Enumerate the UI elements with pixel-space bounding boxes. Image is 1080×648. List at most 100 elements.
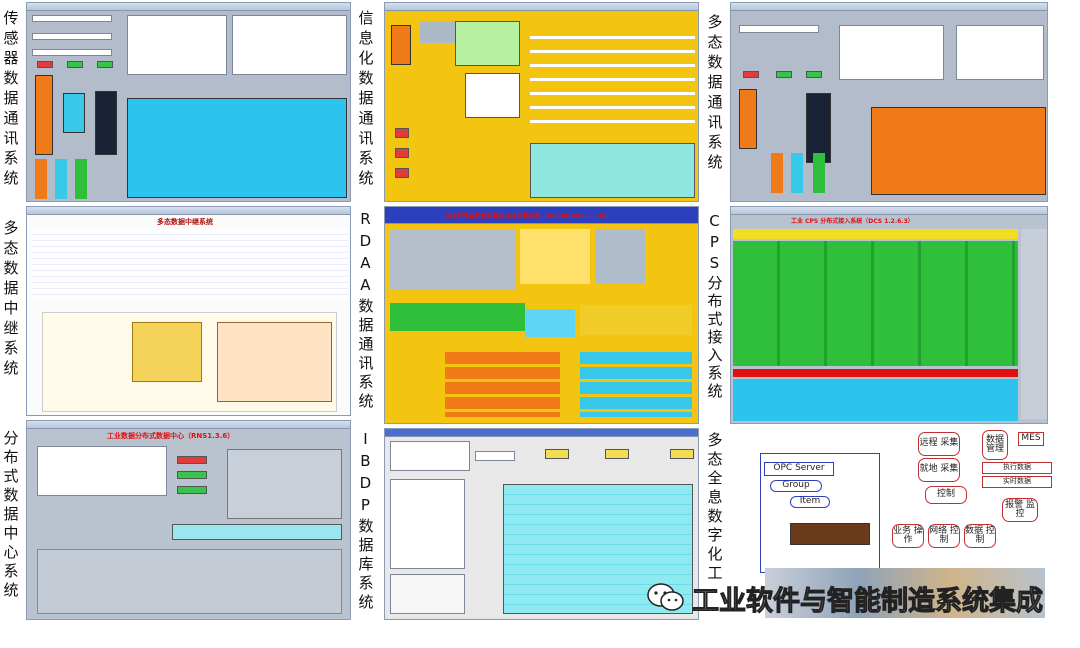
params-grid xyxy=(520,229,590,284)
timestamp-field[interactable] xyxy=(475,451,515,461)
action-button[interactable] xyxy=(395,168,409,178)
stop-button[interactable] xyxy=(177,486,207,494)
output-panel xyxy=(465,73,520,118)
data-table xyxy=(127,98,347,198)
run-button[interactable] xyxy=(177,471,207,479)
alarm-bar xyxy=(733,369,1018,377)
multistate-comm-window xyxy=(730,2,1048,202)
level-bar xyxy=(813,153,825,193)
label-text: IBDP数据库系统 xyxy=(356,430,375,613)
query-button[interactable] xyxy=(545,449,569,459)
start-button[interactable] xyxy=(743,71,759,78)
label-info-comm: 信息化数据通讯系统 xyxy=(356,10,375,190)
label-text: 分布式数据中心系统 xyxy=(1,430,20,601)
diagram-network xyxy=(217,322,332,402)
input-field[interactable] xyxy=(32,15,112,22)
config-field[interactable] xyxy=(37,446,167,496)
orange-list xyxy=(445,352,560,417)
datacenter-title: 工业数据分布式数据中心（RNS1.3.6） xyxy=(107,432,235,440)
wechat-icon xyxy=(647,583,684,611)
gauge-display xyxy=(95,91,117,155)
watermark-text: 工业软件与智能制造系统集成 xyxy=(692,585,1044,617)
label-text: 信息化数据通讯系统 xyxy=(356,10,375,190)
title-bar xyxy=(27,421,350,429)
sample-grid xyxy=(595,229,645,284)
status-list xyxy=(733,379,1018,421)
label-text: 多态数据通讯系统 xyxy=(705,14,724,174)
settings-grid xyxy=(390,229,515,289)
data-table xyxy=(871,107,1046,195)
label-text: 多态数据中继系统 xyxy=(1,220,20,380)
query-button[interactable] xyxy=(605,449,629,459)
input-field[interactable] xyxy=(32,33,112,40)
label-cps: CPS分布式接入系统 xyxy=(705,212,724,401)
channel-status xyxy=(390,303,525,331)
mes-box: MES xyxy=(1018,432,1044,446)
run-button[interactable] xyxy=(776,71,792,78)
opc-server-box: OPC Server xyxy=(764,462,834,476)
label-text: CPS分布式接入系统 xyxy=(705,212,724,401)
level-display xyxy=(63,93,85,133)
db-tree[interactable] xyxy=(390,479,465,569)
input-grid xyxy=(455,21,520,66)
info-comm-window xyxy=(384,2,699,202)
run-button[interactable] xyxy=(67,61,83,68)
action-button[interactable] xyxy=(395,128,409,138)
title-bar xyxy=(731,207,1047,215)
stop-button[interactable] xyxy=(806,71,822,78)
config-field[interactable] xyxy=(839,25,944,80)
data-mgmt-box: 数据 管理 xyxy=(982,430,1008,460)
label-distributed-dc: 分布式数据中心系统 xyxy=(1,430,20,601)
query-button[interactable] xyxy=(670,449,694,459)
photo-strip xyxy=(790,523,870,545)
title-bar xyxy=(731,3,1047,11)
label-rdaa: RDAA数据通讯系统 xyxy=(356,210,374,412)
title-bar xyxy=(385,3,698,11)
label-multistate-relay: 多态数据中继系统 xyxy=(1,220,20,380)
title-bar xyxy=(385,429,698,437)
data-ctrl-box: 数据 控制 xyxy=(964,524,996,548)
erp-box: 执行数据 xyxy=(982,462,1052,474)
data-grid xyxy=(227,449,342,519)
group-box: Group xyxy=(770,480,822,492)
level-display xyxy=(35,75,53,155)
cps-title: 工业 CPS 分布式接入系统（DCS 1.2.6.3） xyxy=(791,218,914,225)
level-bar xyxy=(55,159,67,199)
cps-window: 工业 CPS 分布式接入系统（DCS 1.2.6.3） xyxy=(730,206,1048,424)
start-button[interactable] xyxy=(177,456,207,464)
rdaa-window: 网态传感器数据采集与动态采集系统（DIP-RDAA1.0.3.6） xyxy=(384,206,699,424)
diagram-core xyxy=(132,322,202,382)
config-field[interactable] xyxy=(127,15,227,75)
start-button[interactable] xyxy=(37,61,53,68)
label-holo: 多态全息数字化工 xyxy=(705,432,723,584)
level-bar xyxy=(771,153,783,193)
remote-collect-box: 远程 采集 xyxy=(918,432,960,456)
side-controls xyxy=(1021,229,1047,419)
label-ibdp: IBDP数据库系统 xyxy=(356,430,375,613)
label-text: 传感器数据通讯系统 xyxy=(1,10,20,190)
input-field[interactable] xyxy=(739,25,819,33)
status-panel[interactable] xyxy=(390,574,465,614)
rdaa-title: 网态传感器数据采集与动态采集系统（DIP-RDAA1.0.3.6） xyxy=(445,213,610,220)
stop-button[interactable] xyxy=(97,61,113,68)
level-bar xyxy=(35,159,47,199)
service-box: 业务 操作 xyxy=(892,524,924,548)
config-field[interactable] xyxy=(956,25,1044,80)
status-bar xyxy=(172,524,342,540)
channel-list xyxy=(37,549,342,614)
action-button[interactable] xyxy=(395,148,409,158)
db-config[interactable] xyxy=(390,441,470,471)
local-collect-box: 就地 采集 xyxy=(918,458,960,482)
yellow-header xyxy=(733,229,1018,239)
relay-title: 多态数据中继系统 xyxy=(157,218,213,226)
cyan-list xyxy=(580,352,692,417)
title-bar xyxy=(27,207,350,215)
level-display xyxy=(739,89,757,149)
input-field[interactable] xyxy=(32,49,112,56)
led-group xyxy=(580,305,692,335)
relay-window: 多态数据中继系统 xyxy=(26,206,351,416)
device-grid xyxy=(733,241,1018,366)
config-field[interactable] xyxy=(232,15,347,75)
orange-block xyxy=(391,25,411,65)
watermark: 工业软件与智能制造系统集成 xyxy=(646,578,1044,618)
